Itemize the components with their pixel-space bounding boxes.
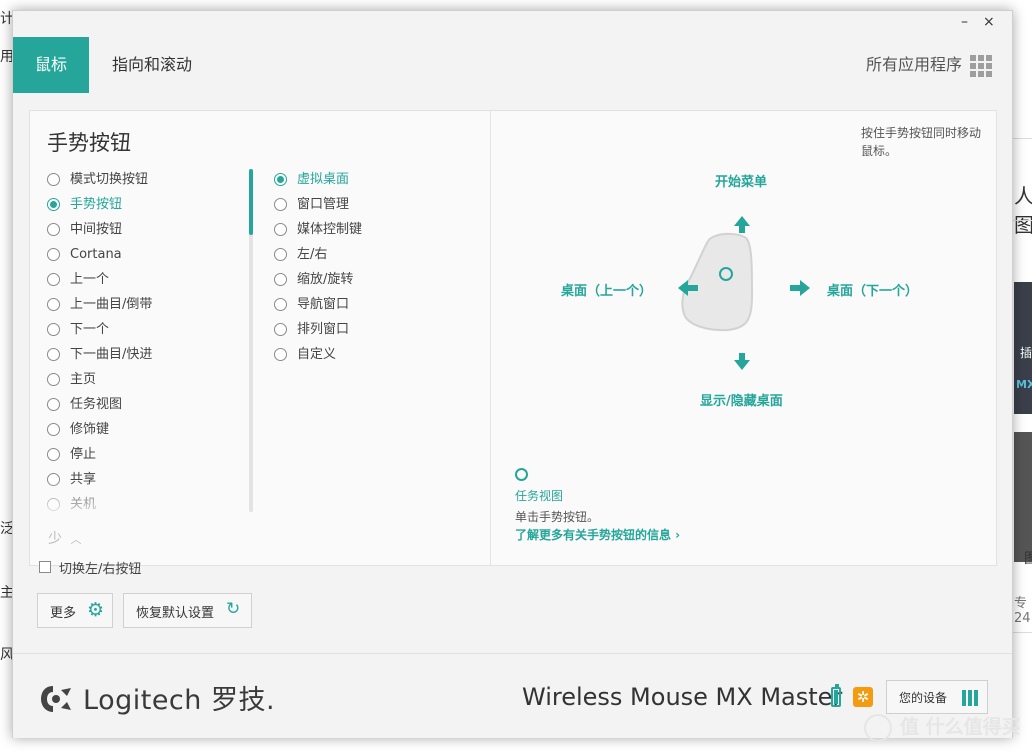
radio-button[interactable] <box>274 248 287 261</box>
radio-button[interactable] <box>47 273 60 286</box>
button-option-label: Cortana <box>70 247 122 262</box>
restore-defaults-button[interactable]: 恢复默认设置 ↻ <box>123 593 252 628</box>
radio-button[interactable] <box>47 398 60 411</box>
click-circle-icon <box>515 468 528 481</box>
more-button[interactable]: 更多 ⚙ <box>37 593 113 628</box>
button-option-label: 停止 <box>70 447 97 462</box>
less-toggle[interactable]: 少 ︿ <box>48 528 81 548</box>
button-option-label: 修饰键 <box>70 422 110 437</box>
brand-logo-text: Logitech 罗技. <box>83 685 276 716</box>
action-option-label: 缩放/旋转 <box>297 272 354 287</box>
button-option-label: 上一个 <box>70 272 110 287</box>
gesture-up-label: 开始菜单 <box>715 175 768 190</box>
arrow-left-icon <box>678 280 698 296</box>
radio-button[interactable] <box>274 323 287 336</box>
swap-buttons-label: 切换左/右按钮 <box>59 562 142 577</box>
gesture-left-label: 桌面（上一个） <box>561 284 653 299</box>
action-option-label: 导航窗口 <box>297 297 350 312</box>
bg-text-fragment: 图 <box>1024 551 1032 567</box>
radio-button[interactable] <box>274 198 287 211</box>
more-button-label: 更多 <box>50 606 77 621</box>
button-option-label: 中间按钮 <box>70 222 123 237</box>
radio-button[interactable] <box>47 248 60 261</box>
bg-text-fragment: MX <box>1016 378 1032 391</box>
radio-button[interactable] <box>47 298 60 311</box>
click-action-title: 任务视图 <box>515 489 564 503</box>
gesture-down-label: 显示/隐藏桌面 <box>700 394 783 409</box>
arrow-up-icon <box>734 216 750 233</box>
bg-text-fragment: 专 24 <box>1014 596 1031 626</box>
bg-image-fragment <box>1014 432 1032 562</box>
gear-icon: ⚙ <box>87 599 105 621</box>
gesture-panel: 手势按钮 模式切换按钮 手势按钮 中间按钮 Cortana 上一个 上一曲目/倒带 下一个下… <box>29 110 997 566</box>
button-option-label: 上一曲目/倒带 <box>70 297 153 312</box>
button-option-label: 下一个 <box>70 322 110 337</box>
tab-bar: 鼠标 指向和滚动 所有应用程序 <box>13 37 1012 93</box>
button-option-label: 主页 <box>70 372 97 387</box>
swap-buttons-checkbox[interactable] <box>39 561 51 573</box>
action-option-label: 左/右 <box>297 247 328 262</box>
bg-text-fragment: 插 <box>1020 346 1032 360</box>
action-option-label: 虚拟桌面 <box>297 172 350 187</box>
logitech-options-window: – × 鼠标 指向和滚动 所有应用程序 手势按钮 模式切换按钮 手势按钮 中间按钮 C… <box>12 10 1013 738</box>
list-fade <box>42 481 242 521</box>
radio-button[interactable] <box>47 223 60 236</box>
watermark-text: 值 什么值得买 <box>900 716 1021 738</box>
bg-image-fragment: 插 MX <box>1014 282 1032 414</box>
apps-grid-icon[interactable] <box>970 55 992 77</box>
devices-bars-icon <box>962 690 980 710</box>
panel-divider <box>490 111 491 565</box>
click-action-desc: 单击手势按钮。 <box>515 510 600 524</box>
close-button[interactable]: × <box>983 14 995 30</box>
gesture-right-label: 桌面（下一个） <box>827 284 919 299</box>
your-devices-button[interactable]: 您的设备 <box>886 680 988 714</box>
radio-button[interactable] <box>274 298 287 311</box>
action-option-label: 排列窗口 <box>297 322 350 337</box>
arrow-down-icon <box>734 353 750 370</box>
restore-defaults-label: 恢复默认设置 <box>136 606 215 621</box>
your-devices-label: 您的设备 <box>899 691 948 705</box>
button-option-label: 任务视图 <box>70 397 123 412</box>
radio-button[interactable] <box>47 173 60 186</box>
scrollbar-thumb[interactable] <box>249 169 253 235</box>
panel-title: 手势按钮 <box>47 131 131 155</box>
radio-button[interactable] <box>274 348 287 361</box>
action-option-label: 媒体控制键 <box>297 222 363 237</box>
radio-button[interactable] <box>47 373 60 386</box>
radio-button[interactable] <box>274 273 287 286</box>
less-label: 少 <box>48 531 62 547</box>
button-option-label: 模式切换按钮 <box>70 172 149 187</box>
radio-button[interactable] <box>47 348 60 361</box>
arrow-right-icon <box>790 280 810 296</box>
tab-mouse[interactable]: 鼠标 <box>13 37 89 93</box>
button-option-label: 下一曲目/快进 <box>70 347 153 362</box>
chevron-up-icon: ︿ <box>70 533 82 546</box>
refresh-icon: ↻ <box>226 599 241 619</box>
action-option-label: 自定义 <box>297 347 337 362</box>
button-option-label: 手势按钮 <box>70 197 123 212</box>
device-name: Wireless Mouse MX Master <box>522 683 843 711</box>
learn-more-link[interactable]: 了解更多有关手势按钮的信息 › <box>515 526 680 543</box>
action-option-label: 窗口管理 <box>297 197 350 212</box>
bg-text-fragment: 人图 <box>1014 184 1032 237</box>
tab-point-scroll[interactable]: 指向和滚动 <box>89 37 215 93</box>
radio-button[interactable] <box>47 448 60 461</box>
title-bar: – × <box>13 11 1012 37</box>
footer: Logitech 罗技. Wireless Mouse MX Master ✲ … <box>13 653 1012 738</box>
minimize-button[interactable]: – <box>961 14 968 30</box>
radio-button[interactable] <box>47 323 60 336</box>
radio-button[interactable] <box>47 423 60 436</box>
flow-icon[interactable]: ✲ <box>853 687 873 707</box>
watermark-logo-icon <box>864 714 892 742</box>
radio-button[interactable] <box>47 198 60 211</box>
logitech-logo-icon <box>41 686 71 712</box>
radio-button[interactable] <box>274 223 287 236</box>
gesture-hint: 按住手势按钮同时移动鼠标。 <box>861 126 982 158</box>
all-apps-label[interactable]: 所有应用程序 <box>866 37 962 93</box>
battery-icon <box>831 684 841 707</box>
radio-button[interactable] <box>274 173 287 186</box>
